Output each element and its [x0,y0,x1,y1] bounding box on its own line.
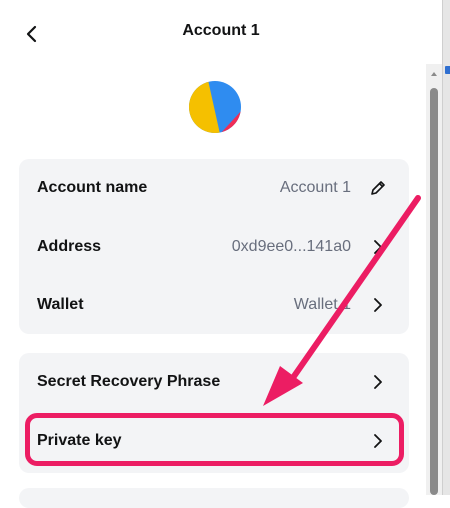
scroll-up-arrow-icon[interactable] [430,70,438,78]
account-name-row[interactable]: Account name Account 1 [19,159,409,217]
private-key-label: Private key [37,432,122,449]
page-title: Account 1 [182,22,260,39]
chevron-right-icon [374,240,382,254]
account-name-label: Account name [37,179,148,196]
security-card: Secret Recovery Phrase Private key [19,353,409,473]
chevron-right-icon [374,434,382,448]
account-details-card: Account name Account 1 Address 0xd9ee0..… [19,159,409,334]
private-key-row[interactable]: Private key [19,412,409,470]
chevron-right-icon [374,298,382,312]
secret-recovery-phrase-row[interactable]: Secret Recovery Phrase [19,353,409,411]
scrollbar-thumb[interactable] [430,88,438,495]
address-value: 0xd9ee0...141a0 [231,238,351,255]
wallet-row[interactable]: Wallet Wallet 1 [19,276,409,334]
wallet-value: Wallet 1 [293,296,351,313]
wallet-label: Wallet [37,296,84,313]
account-details-panel: Account 1 Account name Account 1 Address… [0,0,442,508]
background-window-edge [442,0,450,495]
address-label: Address [37,238,102,255]
chevron-right-icon [374,375,382,389]
header: Account 1 [0,0,442,64]
pencil-icon[interactable] [369,179,387,197]
address-row[interactable]: Address 0xd9ee0...141a0 [19,218,409,276]
avatar [188,80,242,134]
background-blue-mark [445,66,450,74]
next-card-edge [19,488,409,508]
account-name-value: Account 1 [279,179,351,196]
secret-recovery-phrase-label: Secret Recovery Phrase [37,373,221,390]
